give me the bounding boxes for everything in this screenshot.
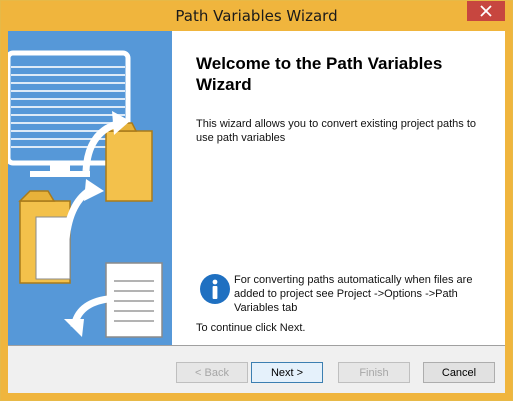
divider <box>8 345 505 346</box>
window-title: Path Variables Wizard <box>175 7 338 25</box>
intro-text: This wizard allows you to convert existi… <box>196 118 477 144</box>
back-button[interactable]: < Back <box>176 362 248 383</box>
document-illustration <box>105 262 163 338</box>
folder-illustration-top <box>105 130 153 202</box>
close-button[interactable] <box>467 1 505 21</box>
wizard-content: Welcome to the Path Variables Wizard Thi… <box>172 31 505 345</box>
page-title: Welcome to the Path Variables Wizard <box>196 54 443 94</box>
info-text: For converting paths automatically when … <box>234 274 473 314</box>
cancel-button[interactable]: Cancel <box>423 362 495 383</box>
close-icon <box>480 5 492 17</box>
wizard-body: Welcome to the Path Variables Wizard Thi… <box>8 31 505 393</box>
finish-button[interactable]: Finish <box>338 362 410 383</box>
wizard-window: Path Variables Wizard Welcome to the Pat… <box>0 0 513 401</box>
next-button[interactable]: Next > <box>251 362 323 383</box>
title-bar[interactable]: Path Variables Wizard <box>1 1 512 31</box>
wizard-illustration <box>8 31 172 345</box>
info-icon <box>200 274 230 304</box>
continue-text: To continue click Next. <box>196 322 306 334</box>
